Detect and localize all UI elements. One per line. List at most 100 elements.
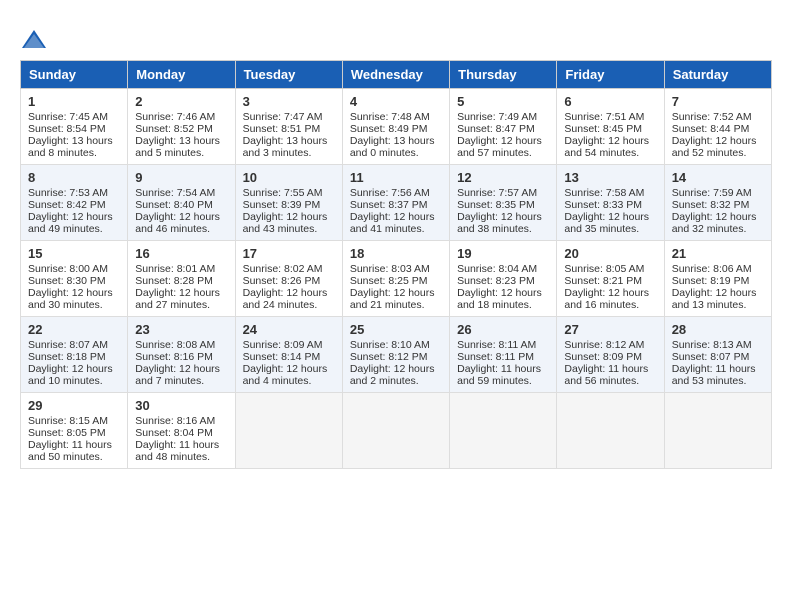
day-info-line: Sunset: 8:35 PM	[457, 199, 549, 211]
calendar-header-friday: Friday	[557, 61, 664, 89]
day-number: 9	[135, 170, 227, 185]
day-info-line: and 30 minutes.	[28, 299, 120, 311]
day-info-line: Sunset: 8:51 PM	[243, 123, 335, 135]
day-info-line: Daylight: 12 hours	[28, 363, 120, 375]
day-info-line: Sunset: 8:05 PM	[28, 427, 120, 439]
day-info-line: Daylight: 12 hours	[672, 135, 764, 147]
day-number: 2	[135, 94, 227, 109]
day-number: 28	[672, 322, 764, 337]
day-number: 11	[350, 170, 442, 185]
calendar-week-row: 8 Sunrise: 7:53 AMSunset: 8:42 PM Daylight…	[21, 165, 772, 241]
calendar-table: SundayMondayTuesdayWednesdayThursdayFrid…	[20, 60, 772, 469]
day-info-line: Sunset: 8:37 PM	[350, 199, 442, 211]
day-info-line: Sunset: 8:40 PM	[135, 199, 227, 211]
day-info-line: Sunset: 8:23 PM	[457, 275, 549, 287]
day-info-line: Sunrise: 7:59 AM	[672, 187, 764, 199]
day-info-line: Sunrise: 8:10 AM	[350, 339, 442, 351]
day-info-line: Sunrise: 8:07 AM	[28, 339, 120, 351]
day-info-line: Daylight: 12 hours	[672, 287, 764, 299]
day-number: 30	[135, 398, 227, 413]
calendar-header-sunday: Sunday	[21, 61, 128, 89]
day-info-line: Daylight: 13 hours	[350, 135, 442, 147]
day-info-line: and 49 minutes.	[28, 223, 120, 235]
day-number: 8	[28, 170, 120, 185]
day-info-line: Daylight: 11 hours	[135, 439, 227, 451]
day-info-line: Sunrise: 7:49 AM	[457, 111, 549, 123]
day-info-line: and 54 minutes.	[564, 147, 656, 159]
calendar-cell: 26Sunrise: 8:11 AMSunset: 8:11 PMDayligh…	[450, 317, 557, 393]
day-info-line: and 46 minutes.	[135, 223, 227, 235]
day-info-line: Daylight: 12 hours	[135, 363, 227, 375]
day-info-line: and 57 minutes.	[457, 147, 549, 159]
calendar-cell: 27Sunrise: 8:12 AMSunset: 8:09 PMDayligh…	[557, 317, 664, 393]
day-info-line: Daylight: 12 hours	[350, 211, 442, 223]
day-info-line: Daylight: 13 hours	[28, 135, 120, 147]
day-number: 24	[243, 322, 335, 337]
calendar-cell	[557, 393, 664, 469]
day-info-line: Sunset: 8:49 PM	[350, 123, 442, 135]
day-info-line: Sunset: 8:39 PM	[243, 199, 335, 211]
logo	[20, 28, 52, 52]
day-info-line: Sunrise: 8:03 AM	[350, 263, 442, 275]
calendar-cell: 2Sunrise: 7:46 AMSunset: 8:52 PMDaylight…	[128, 89, 235, 165]
calendar-week-row: 29Sunrise: 8:15 AMSunset: 8:05 PMDayligh…	[21, 393, 772, 469]
day-info-line: Sunset: 8:42 PM	[28, 199, 120, 211]
day-info-line: Sunset: 8:47 PM	[457, 123, 549, 135]
day-info-line: Sunrise: 7:55 AM	[243, 187, 335, 199]
calendar-cell: 11Sunrise: 7:56 AMSunset: 8:37 PMDayligh…	[342, 165, 449, 241]
day-info-line: Daylight: 12 hours	[243, 287, 335, 299]
day-info-line: and 13 minutes.	[672, 299, 764, 311]
day-info-line: Daylight: 13 hours	[135, 135, 227, 147]
day-info-line: Daylight: 12 hours	[243, 363, 335, 375]
day-info-line: Daylight: 12 hours	[564, 135, 656, 147]
day-info-line: Sunset: 8:25 PM	[350, 275, 442, 287]
day-info-line: Daylight: 12 hours	[135, 211, 227, 223]
calendar-cell	[450, 393, 557, 469]
day-number: 21	[672, 246, 764, 261]
day-info-line: and 59 minutes.	[457, 375, 549, 387]
day-info-line: Daylight: 12 hours	[28, 287, 120, 299]
day-info-line: Sunrise: 7:58 AM	[564, 187, 656, 199]
day-number: 5	[457, 94, 549, 109]
page-header	[20, 20, 772, 52]
calendar-cell	[664, 393, 771, 469]
day-info-line: Sunrise: 7:45 AM	[28, 111, 120, 123]
calendar-cell: 24 Sunrise: 8:09 AMSunset: 8:14 PMDayligh…	[235, 317, 342, 393]
calendar-header-thursday: Thursday	[450, 61, 557, 89]
day-info-line: and 43 minutes.	[243, 223, 335, 235]
day-number: 19	[457, 246, 549, 261]
day-info-line: Sunrise: 7:51 AM	[564, 111, 656, 123]
day-info-line: Sunrise: 8:01 AM	[135, 263, 227, 275]
day-info-line: and 53 minutes.	[672, 375, 764, 387]
calendar-cell: 15Sunrise: 8:00 AMSunset: 8:30 PMDayligh…	[21, 241, 128, 317]
day-number: 6	[564, 94, 656, 109]
calendar-week-row: 22Sunrise: 8:07 AMSunset: 8:18 PMDayligh…	[21, 317, 772, 393]
day-info-line: Sunrise: 8:05 AM	[564, 263, 656, 275]
day-info-line: Sunrise: 8:08 AM	[135, 339, 227, 351]
day-info-line: Sunrise: 7:53 AM	[28, 187, 120, 199]
day-info-line: Sunset: 8:19 PM	[672, 275, 764, 287]
day-info-line: Sunset: 8:14 PM	[243, 351, 335, 363]
day-info-line: Sunrise: 8:12 AM	[564, 339, 656, 351]
day-info-line: and 10 minutes.	[28, 375, 120, 387]
day-number: 7	[672, 94, 764, 109]
calendar-header-row: SundayMondayTuesdayWednesdayThursdayFrid…	[21, 61, 772, 89]
day-info-line: Daylight: 12 hours	[672, 211, 764, 223]
day-number: 14	[672, 170, 764, 185]
day-info-line: Sunset: 8:12 PM	[350, 351, 442, 363]
day-info-line: Sunrise: 8:09 AM	[243, 339, 335, 351]
day-info-line: and 18 minutes.	[457, 299, 549, 311]
day-number: 10	[243, 170, 335, 185]
day-info-line: and 21 minutes.	[350, 299, 442, 311]
day-info-line: and 2 minutes.	[350, 375, 442, 387]
day-info-line: Daylight: 11 hours	[672, 363, 764, 375]
day-number: 25	[350, 322, 442, 337]
day-info-line: Sunrise: 8:16 AM	[135, 415, 227, 427]
day-number: 16	[135, 246, 227, 261]
day-info-line: Sunset: 8:04 PM	[135, 427, 227, 439]
calendar-cell: 13Sunrise: 7:58 AMSunset: 8:33 PMDayligh…	[557, 165, 664, 241]
day-number: 15	[28, 246, 120, 261]
day-info-line: Daylight: 12 hours	[564, 287, 656, 299]
day-info-line: and 4 minutes.	[243, 375, 335, 387]
day-info-line: Sunset: 8:18 PM	[28, 351, 120, 363]
